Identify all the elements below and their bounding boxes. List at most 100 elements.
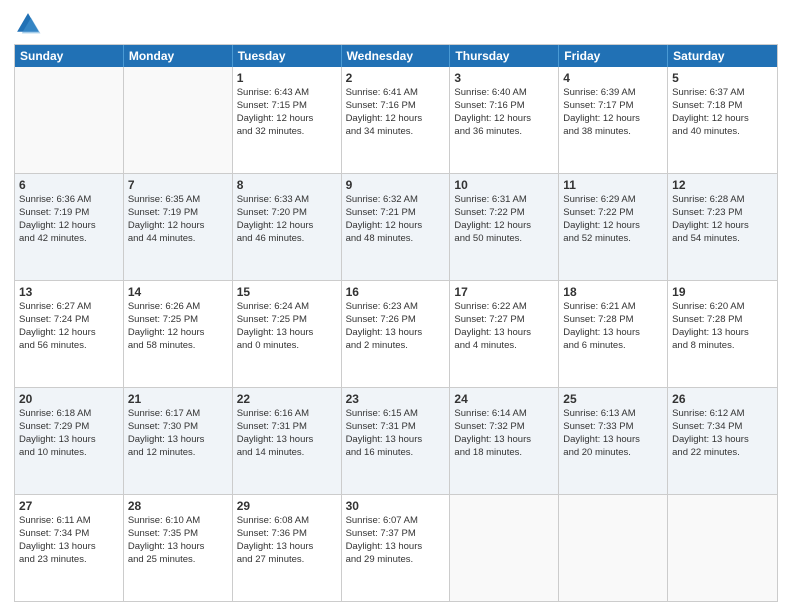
day-cell: 14Sunrise: 6:26 AM Sunset: 7:25 PM Dayli… bbox=[124, 281, 233, 387]
day-info: Sunrise: 6:07 AM Sunset: 7:37 PM Dayligh… bbox=[346, 515, 423, 564]
day-info: Sunrise: 6:08 AM Sunset: 7:36 PM Dayligh… bbox=[237, 515, 314, 564]
week-row: 13Sunrise: 6:27 AM Sunset: 7:24 PM Dayli… bbox=[15, 280, 777, 387]
day-info: Sunrise: 6:23 AM Sunset: 7:26 PM Dayligh… bbox=[346, 301, 423, 350]
day-info: Sunrise: 6:41 AM Sunset: 7:16 PM Dayligh… bbox=[346, 87, 423, 136]
day-header-friday: Friday bbox=[559, 45, 668, 67]
day-cell: 6Sunrise: 6:36 AM Sunset: 7:19 PM Daylig… bbox=[15, 174, 124, 280]
day-cell: 3Sunrise: 6:40 AM Sunset: 7:16 PM Daylig… bbox=[450, 67, 559, 173]
calendar: SundayMondayTuesdayWednesdayThursdayFrid… bbox=[14, 44, 778, 602]
day-cell bbox=[15, 67, 124, 173]
day-info: Sunrise: 6:37 AM Sunset: 7:18 PM Dayligh… bbox=[672, 87, 749, 136]
day-header-thursday: Thursday bbox=[450, 45, 559, 67]
day-info: Sunrise: 6:18 AM Sunset: 7:29 PM Dayligh… bbox=[19, 408, 96, 457]
day-number: 26 bbox=[672, 391, 773, 407]
day-cell: 22Sunrise: 6:16 AM Sunset: 7:31 PM Dayli… bbox=[233, 388, 342, 494]
day-info: Sunrise: 6:16 AM Sunset: 7:31 PM Dayligh… bbox=[237, 408, 314, 457]
day-headers: SundayMondayTuesdayWednesdayThursdayFrid… bbox=[15, 45, 777, 67]
day-header-saturday: Saturday bbox=[668, 45, 777, 67]
day-header-tuesday: Tuesday bbox=[233, 45, 342, 67]
day-cell: 7Sunrise: 6:35 AM Sunset: 7:19 PM Daylig… bbox=[124, 174, 233, 280]
day-info: Sunrise: 6:36 AM Sunset: 7:19 PM Dayligh… bbox=[19, 194, 96, 243]
day-cell: 4Sunrise: 6:39 AM Sunset: 7:17 PM Daylig… bbox=[559, 67, 668, 173]
day-cell: 28Sunrise: 6:10 AM Sunset: 7:35 PM Dayli… bbox=[124, 495, 233, 601]
day-info: Sunrise: 6:22 AM Sunset: 7:27 PM Dayligh… bbox=[454, 301, 531, 350]
day-number: 6 bbox=[19, 177, 119, 193]
day-number: 8 bbox=[237, 177, 337, 193]
day-number: 2 bbox=[346, 70, 446, 86]
day-cell bbox=[559, 495, 668, 601]
day-info: Sunrise: 6:26 AM Sunset: 7:25 PM Dayligh… bbox=[128, 301, 205, 350]
day-cell: 10Sunrise: 6:31 AM Sunset: 7:22 PM Dayli… bbox=[450, 174, 559, 280]
day-info: Sunrise: 6:17 AM Sunset: 7:30 PM Dayligh… bbox=[128, 408, 205, 457]
header bbox=[14, 10, 778, 38]
day-info: Sunrise: 6:12 AM Sunset: 7:34 PM Dayligh… bbox=[672, 408, 749, 457]
day-number: 18 bbox=[563, 284, 663, 300]
day-number: 21 bbox=[128, 391, 228, 407]
day-number: 30 bbox=[346, 498, 446, 514]
day-cell: 23Sunrise: 6:15 AM Sunset: 7:31 PM Dayli… bbox=[342, 388, 451, 494]
day-info: Sunrise: 6:31 AM Sunset: 7:22 PM Dayligh… bbox=[454, 194, 531, 243]
day-header-wednesday: Wednesday bbox=[342, 45, 451, 67]
day-cell: 8Sunrise: 6:33 AM Sunset: 7:20 PM Daylig… bbox=[233, 174, 342, 280]
day-number: 3 bbox=[454, 70, 554, 86]
page-container: SundayMondayTuesdayWednesdayThursdayFrid… bbox=[0, 0, 792, 612]
day-number: 9 bbox=[346, 177, 446, 193]
day-info: Sunrise: 6:21 AM Sunset: 7:28 PM Dayligh… bbox=[563, 301, 640, 350]
day-number: 1 bbox=[237, 70, 337, 86]
week-row: 20Sunrise: 6:18 AM Sunset: 7:29 PM Dayli… bbox=[15, 387, 777, 494]
day-cell: 30Sunrise: 6:07 AM Sunset: 7:37 PM Dayli… bbox=[342, 495, 451, 601]
day-cell: 29Sunrise: 6:08 AM Sunset: 7:36 PM Dayli… bbox=[233, 495, 342, 601]
day-number: 5 bbox=[672, 70, 773, 86]
day-info: Sunrise: 6:40 AM Sunset: 7:16 PM Dayligh… bbox=[454, 87, 531, 136]
day-number: 17 bbox=[454, 284, 554, 300]
week-row: 6Sunrise: 6:36 AM Sunset: 7:19 PM Daylig… bbox=[15, 173, 777, 280]
day-number: 19 bbox=[672, 284, 773, 300]
day-info: Sunrise: 6:27 AM Sunset: 7:24 PM Dayligh… bbox=[19, 301, 96, 350]
day-number: 15 bbox=[237, 284, 337, 300]
week-row: 27Sunrise: 6:11 AM Sunset: 7:34 PM Dayli… bbox=[15, 494, 777, 601]
day-cell: 13Sunrise: 6:27 AM Sunset: 7:24 PM Dayli… bbox=[15, 281, 124, 387]
day-info: Sunrise: 6:10 AM Sunset: 7:35 PM Dayligh… bbox=[128, 515, 205, 564]
day-info: Sunrise: 6:28 AM Sunset: 7:23 PM Dayligh… bbox=[672, 194, 749, 243]
day-number: 27 bbox=[19, 498, 119, 514]
day-info: Sunrise: 6:20 AM Sunset: 7:28 PM Dayligh… bbox=[672, 301, 749, 350]
day-number: 4 bbox=[563, 70, 663, 86]
day-info: Sunrise: 6:39 AM Sunset: 7:17 PM Dayligh… bbox=[563, 87, 640, 136]
day-number: 25 bbox=[563, 391, 663, 407]
day-number: 14 bbox=[128, 284, 228, 300]
day-cell: 5Sunrise: 6:37 AM Sunset: 7:18 PM Daylig… bbox=[668, 67, 777, 173]
day-number: 29 bbox=[237, 498, 337, 514]
day-cell: 21Sunrise: 6:17 AM Sunset: 7:30 PM Dayli… bbox=[124, 388, 233, 494]
day-cell: 12Sunrise: 6:28 AM Sunset: 7:23 PM Dayli… bbox=[668, 174, 777, 280]
day-cell: 20Sunrise: 6:18 AM Sunset: 7:29 PM Dayli… bbox=[15, 388, 124, 494]
day-info: Sunrise: 6:14 AM Sunset: 7:32 PM Dayligh… bbox=[454, 408, 531, 457]
logo-icon bbox=[14, 10, 42, 38]
day-number: 22 bbox=[237, 391, 337, 407]
day-info: Sunrise: 6:15 AM Sunset: 7:31 PM Dayligh… bbox=[346, 408, 423, 457]
day-number: 23 bbox=[346, 391, 446, 407]
day-cell bbox=[450, 495, 559, 601]
day-cell: 2Sunrise: 6:41 AM Sunset: 7:16 PM Daylig… bbox=[342, 67, 451, 173]
day-cell: 15Sunrise: 6:24 AM Sunset: 7:25 PM Dayli… bbox=[233, 281, 342, 387]
day-info: Sunrise: 6:11 AM Sunset: 7:34 PM Dayligh… bbox=[19, 515, 96, 564]
day-cell: 16Sunrise: 6:23 AM Sunset: 7:26 PM Dayli… bbox=[342, 281, 451, 387]
day-info: Sunrise: 6:33 AM Sunset: 7:20 PM Dayligh… bbox=[237, 194, 314, 243]
day-cell: 26Sunrise: 6:12 AM Sunset: 7:34 PM Dayli… bbox=[668, 388, 777, 494]
day-number: 16 bbox=[346, 284, 446, 300]
weeks: 1Sunrise: 6:43 AM Sunset: 7:15 PM Daylig… bbox=[15, 67, 777, 601]
day-cell: 18Sunrise: 6:21 AM Sunset: 7:28 PM Dayli… bbox=[559, 281, 668, 387]
day-info: Sunrise: 6:32 AM Sunset: 7:21 PM Dayligh… bbox=[346, 194, 423, 243]
day-cell bbox=[668, 495, 777, 601]
day-info: Sunrise: 6:29 AM Sunset: 7:22 PM Dayligh… bbox=[563, 194, 640, 243]
day-info: Sunrise: 6:35 AM Sunset: 7:19 PM Dayligh… bbox=[128, 194, 205, 243]
day-number: 24 bbox=[454, 391, 554, 407]
week-row: 1Sunrise: 6:43 AM Sunset: 7:15 PM Daylig… bbox=[15, 67, 777, 173]
day-cell: 17Sunrise: 6:22 AM Sunset: 7:27 PM Dayli… bbox=[450, 281, 559, 387]
day-cell: 24Sunrise: 6:14 AM Sunset: 7:32 PM Dayli… bbox=[450, 388, 559, 494]
day-cell: 25Sunrise: 6:13 AM Sunset: 7:33 PM Dayli… bbox=[559, 388, 668, 494]
day-number: 20 bbox=[19, 391, 119, 407]
day-cell: 27Sunrise: 6:11 AM Sunset: 7:34 PM Dayli… bbox=[15, 495, 124, 601]
day-header-sunday: Sunday bbox=[15, 45, 124, 67]
day-cell: 1Sunrise: 6:43 AM Sunset: 7:15 PM Daylig… bbox=[233, 67, 342, 173]
day-info: Sunrise: 6:43 AM Sunset: 7:15 PM Dayligh… bbox=[237, 87, 314, 136]
